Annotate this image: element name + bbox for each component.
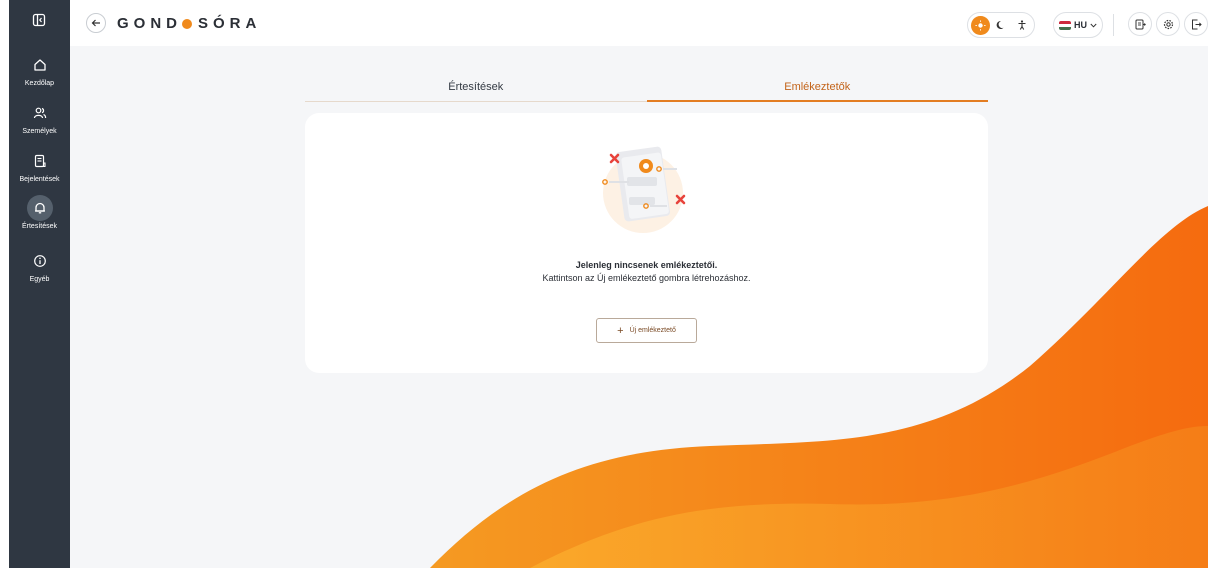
- empty-reminders-illustration: [602, 146, 686, 233]
- sidebar-item-kezdolap[interactable]: Kezdőlap: [9, 52, 70, 87]
- sidebar-item-szemelyek[interactable]: Személyek: [9, 100, 70, 135]
- language-select[interactable]: HU: [1053, 12, 1103, 38]
- arrow-left-icon: [91, 19, 100, 27]
- export-icon: [1135, 19, 1146, 29]
- sidebar-item-egyeb[interactable]: Egyéb: [9, 248, 70, 283]
- sidebar-item-ertesitesek[interactable]: Értesítések: [9, 195, 70, 230]
- sun-icon: [975, 20, 986, 30]
- tab-emlekeztetok[interactable]: Emlékeztetők: [646, 76, 988, 102]
- accessibility-mode-button[interactable]: [1012, 16, 1031, 35]
- toolbar-divider: [1113, 14, 1114, 36]
- sidebar-item-label: Értesítések: [21, 223, 57, 230]
- sidebar-collapse-icon[interactable]: [29, 10, 49, 30]
- sidebar-item-bejelentesek[interactable]: Bejelentések: [9, 148, 70, 183]
- logout-button[interactable]: [1184, 12, 1208, 36]
- chevron-down-icon: [1090, 23, 1097, 28]
- sidebar-item-label: Kezdőlap: [24, 80, 55, 87]
- accessibility-icon: [1018, 20, 1026, 30]
- logo-dot: [182, 18, 192, 29]
- info-icon: [27, 248, 53, 274]
- bell-icon: [26, 195, 53, 221]
- sidebar: Kezdőlap Személyek Bejelentések Értesíté…: [9, 0, 70, 568]
- main-content: Értesítések Emlékeztetők Jelenleg nincse…: [70, 46, 1208, 568]
- theme-switcher: [967, 12, 1035, 38]
- new-reminder-label: Új emlékeztető: [629, 327, 676, 334]
- hungary-flag-icon: [1059, 20, 1071, 30]
- empty-state-card: Jelenleg nincsenek emlékeztetői. Kattint…: [305, 113, 988, 373]
- tab-bar: Értesítések Emlékeztetők: [305, 76, 988, 102]
- moon-icon: [996, 20, 1004, 29]
- sidebar-item-label: Személyek: [22, 128, 57, 135]
- language-label: HU: [1074, 20, 1087, 30]
- top-bar: GOND SÓRA HU: [70, 0, 1208, 46]
- people-icon: [27, 100, 53, 126]
- tab-ertesitesek[interactable]: Értesítések: [305, 76, 647, 102]
- logo: GOND SÓRA: [117, 15, 261, 32]
- empty-state-description: Kattintson az Új emlékeztető gombra létr…: [542, 273, 751, 283]
- new-reminder-button[interactable]: + Új emlékeztető: [596, 318, 697, 343]
- document-icon: [27, 148, 53, 174]
- sidebar-item-label: Bejelentések: [19, 176, 60, 183]
- export-button[interactable]: [1128, 12, 1152, 36]
- empty-state-title: Jelenleg nincsenek emlékeztetői.: [575, 260, 718, 270]
- back-button[interactable]: [86, 13, 106, 33]
- screen-edge: [0, 0, 9, 568]
- settings-button[interactable]: [1156, 12, 1180, 36]
- light-mode-button[interactable]: [971, 15, 990, 35]
- logout-icon: [1191, 19, 1202, 29]
- plus-icon: +: [617, 324, 624, 337]
- gear-icon: [1163, 19, 1173, 29]
- home-icon: [27, 52, 53, 78]
- sidebar-item-label: Egyéb: [29, 276, 50, 283]
- logo-text-left: GOND: [117, 15, 182, 32]
- logo-text-right: SÓRA: [198, 15, 262, 32]
- dark-mode-button[interactable]: [992, 16, 1011, 35]
